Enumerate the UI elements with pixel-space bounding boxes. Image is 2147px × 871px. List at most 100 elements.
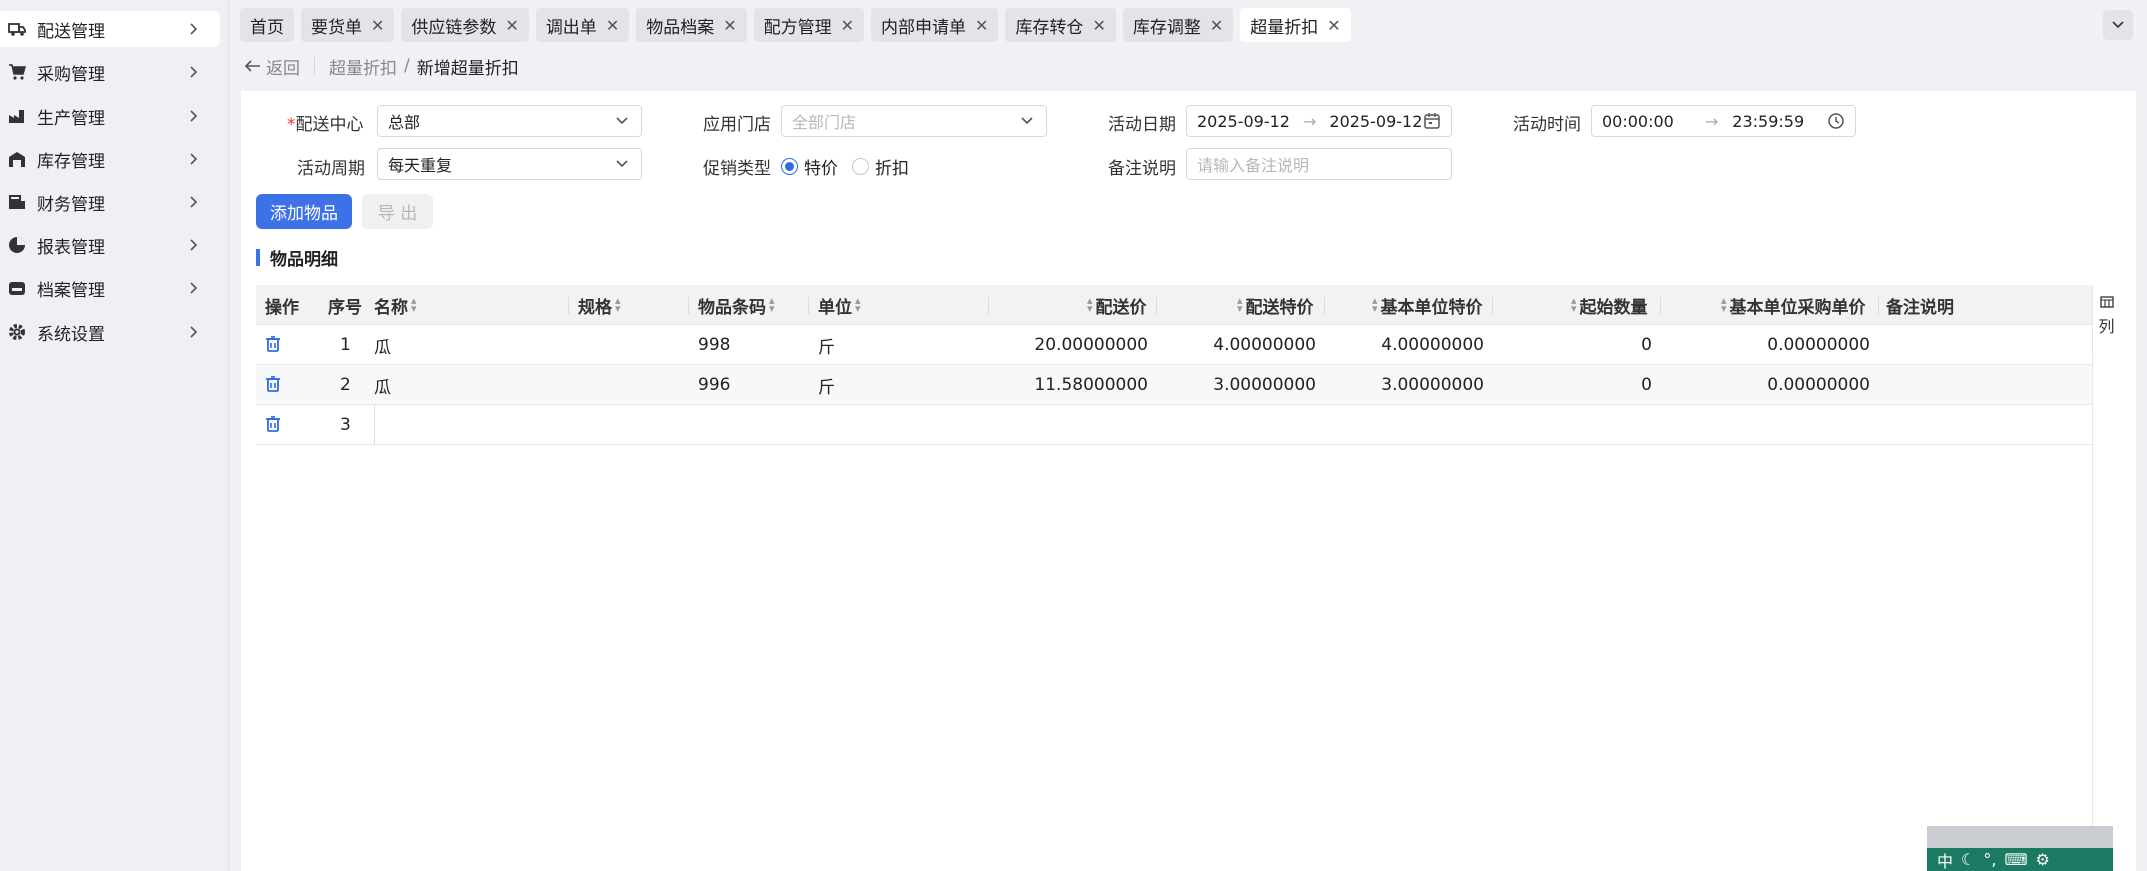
cycle-select[interactable]: 每天重复 xyxy=(377,148,642,180)
moon-icon[interactable]: ☾ xyxy=(1961,850,1975,869)
sort-icon[interactable]: ▴ ▾ xyxy=(769,295,775,314)
th-barcode[interactable]: 物品条码 ▴ ▾ xyxy=(698,285,778,325)
column-divider[interactable] xyxy=(988,297,989,314)
tab-item-archive[interactable]: 物品档案 ✕ xyxy=(636,8,747,42)
column-settings-button[interactable]: 列 xyxy=(2092,285,2120,357)
close-icon[interactable]: ✕ xyxy=(841,16,854,35)
radio-label: 折扣 xyxy=(875,159,909,179)
cell-start-qty[interactable]: 0 xyxy=(1492,325,1652,365)
sort-icon[interactable]: ▴ ▾ xyxy=(1087,295,1093,314)
sort-icon[interactable]: ▴ ▾ xyxy=(1721,295,1727,314)
th-start-qty[interactable]: ▴ ▾ 起始数量 xyxy=(1568,285,1648,325)
breadcrumb-parent[interactable]: 超量折扣 xyxy=(329,54,397,79)
tabs-dropdown-button[interactable] xyxy=(2103,10,2133,40)
cell-name[interactable]: 瓜 xyxy=(374,365,391,405)
tab-recipe[interactable]: 配方管理 ✕ xyxy=(753,8,865,42)
punctuation-icon[interactable]: °, xyxy=(1983,850,1996,869)
sort-icon[interactable]: ▴ ▾ xyxy=(1372,295,1378,314)
ime-toolbar-bar[interactable]: 中 ☾ °, ⌨ ⚙ xyxy=(1927,848,2113,871)
cell-name[interactable]: 瓜 xyxy=(374,325,391,365)
tab-label: 内部申请单 xyxy=(881,17,967,38)
sidebar-item-finance[interactable]: 财务管理 xyxy=(0,184,220,220)
date-label: 活动日期 xyxy=(1108,115,1176,135)
radio-discount[interactable]: 折扣 xyxy=(852,154,909,179)
tab-stock-adjust[interactable]: 库存调整 ✕ xyxy=(1122,8,1234,42)
sort-icon[interactable]: ▴ ▾ xyxy=(411,295,417,314)
close-icon[interactable]: ✕ xyxy=(723,16,736,35)
close-icon[interactable]: ✕ xyxy=(606,16,619,35)
cell-base-special[interactable]: 4.00000000 xyxy=(1324,325,1484,365)
th-spec[interactable]: 规格 ▴ ▾ xyxy=(578,285,624,325)
tab-overquantity-discount[interactable]: 超量折扣 ✕ xyxy=(1240,8,1351,42)
close-icon[interactable]: ✕ xyxy=(1210,16,1223,35)
store-select[interactable]: 全部门店 xyxy=(781,105,1047,137)
radio-label: 特价 xyxy=(804,159,838,179)
sidebar-item-inventory[interactable]: 库存管理 xyxy=(0,141,220,177)
cell-seq: 3 xyxy=(340,415,351,435)
tab-internal-request[interactable]: 内部申请单 ✕ xyxy=(871,8,999,42)
center-select[interactable]: 总部 xyxy=(377,105,642,137)
column-divider[interactable] xyxy=(1878,297,1879,314)
sort-icon[interactable]: ▴ ▾ xyxy=(855,295,861,314)
date-range-picker[interactable]: 2025-09-12 → 2025-09-12 xyxy=(1186,105,1452,137)
remark-input[interactable]: 请输入备注说明 xyxy=(1186,148,1452,180)
column-divider[interactable] xyxy=(1492,297,1493,314)
column-divider[interactable] xyxy=(1660,297,1661,314)
column-divider[interactable] xyxy=(1324,297,1325,314)
chevron-right-icon xyxy=(190,196,198,208)
column-divider[interactable] xyxy=(1156,297,1157,314)
sort-icon[interactable]: ▴ ▾ xyxy=(1571,295,1577,314)
ime-language-label[interactable]: 中 xyxy=(1937,848,1953,871)
cell-seq: 1 xyxy=(340,335,351,355)
tab-supply-params[interactable]: 供应链参数 ✕ xyxy=(401,8,529,42)
th-special[interactable]: ▴ ▾ 配送特价 xyxy=(1234,285,1314,325)
time-range-picker[interactable]: 00:00:00 → 23:59:59 xyxy=(1591,105,1856,137)
cell-special[interactable]: 4.00000000 xyxy=(1156,325,1316,365)
cell-base-purchase: 0.00000000 xyxy=(1767,375,1870,395)
column-divider[interactable] xyxy=(808,297,809,314)
sidebar-item-report[interactable]: 报表管理 xyxy=(0,227,220,263)
sidebar-item-settings[interactable]: 系统设置 xyxy=(0,314,220,350)
time-label: 活动时间 xyxy=(1513,115,1581,135)
settings-icon[interactable]: ⚙ xyxy=(2036,850,2050,869)
delete-icon[interactable] xyxy=(264,375,282,393)
column-divider[interactable] xyxy=(568,297,569,314)
th-base-purchase[interactable]: ▴ ▾ 基本单位采购单价 xyxy=(1718,285,1866,325)
close-icon[interactable]: ✕ xyxy=(505,16,518,35)
keyboard-icon[interactable]: ⌨ xyxy=(2004,850,2027,869)
sort-icon[interactable]: ▴ ▾ xyxy=(1237,295,1243,314)
tab-requisition[interactable]: 要货单 ✕ xyxy=(301,8,395,42)
close-icon[interactable]: ✕ xyxy=(975,16,988,35)
sidebar-item-production[interactable]: 生产管理 xyxy=(0,98,220,134)
cell-start-qty[interactable]: 0 xyxy=(1492,365,1652,405)
th-name[interactable]: 名称 ▴ ▾ xyxy=(374,285,420,325)
th-unit[interactable]: 单位 ▴ ▾ xyxy=(818,285,864,325)
ime-toolbar-top xyxy=(1927,826,2113,848)
sort-icon[interactable]: ▴ ▾ xyxy=(615,295,621,314)
calendar-icon xyxy=(1424,113,1440,129)
sidebar-item-archive[interactable]: 档案管理 xyxy=(0,270,220,306)
ime-toolbar[interactable]: 中 ☾ °, ⌨ ⚙ xyxy=(1927,826,2113,871)
th-price[interactable]: ▴ ▾ 配送价 xyxy=(1084,285,1147,325)
cell-base-special[interactable]: 3.00000000 xyxy=(1324,365,1484,405)
time-start: 00:00:00 xyxy=(1602,111,1674,131)
tab-home[interactable]: 首页 xyxy=(240,8,294,42)
delete-icon[interactable] xyxy=(264,335,282,353)
cell-name-input[interactable] xyxy=(374,405,564,445)
close-icon[interactable]: ✕ xyxy=(1327,16,1340,35)
back-button[interactable]: 返回 xyxy=(244,54,300,79)
th-base-special[interactable]: ▴ ▾ 基本单位特价 xyxy=(1369,285,1483,325)
radio-special-price[interactable]: 特价 xyxy=(781,154,838,179)
sidebar-item-purchase[interactable]: 采购管理 xyxy=(0,54,220,90)
cell-special[interactable]: 3.00000000 xyxy=(1156,365,1316,405)
close-icon[interactable]: ✕ xyxy=(1092,16,1105,35)
tab-transfer-out[interactable]: 调出单 ✕ xyxy=(535,8,630,42)
th-label: 配送特价 xyxy=(1245,297,1314,318)
delete-icon[interactable] xyxy=(264,415,282,433)
close-icon[interactable]: ✕ xyxy=(371,16,384,35)
add-item-button[interactable]: 添加物品 xyxy=(256,194,352,229)
remark-label: 备注说明 xyxy=(1108,159,1176,179)
sidebar-item-distribution[interactable]: 配送管理 xyxy=(0,11,220,47)
tab-stock-transfer[interactable]: 库存转仓 ✕ xyxy=(1005,8,1116,42)
column-divider[interactable] xyxy=(688,297,689,314)
